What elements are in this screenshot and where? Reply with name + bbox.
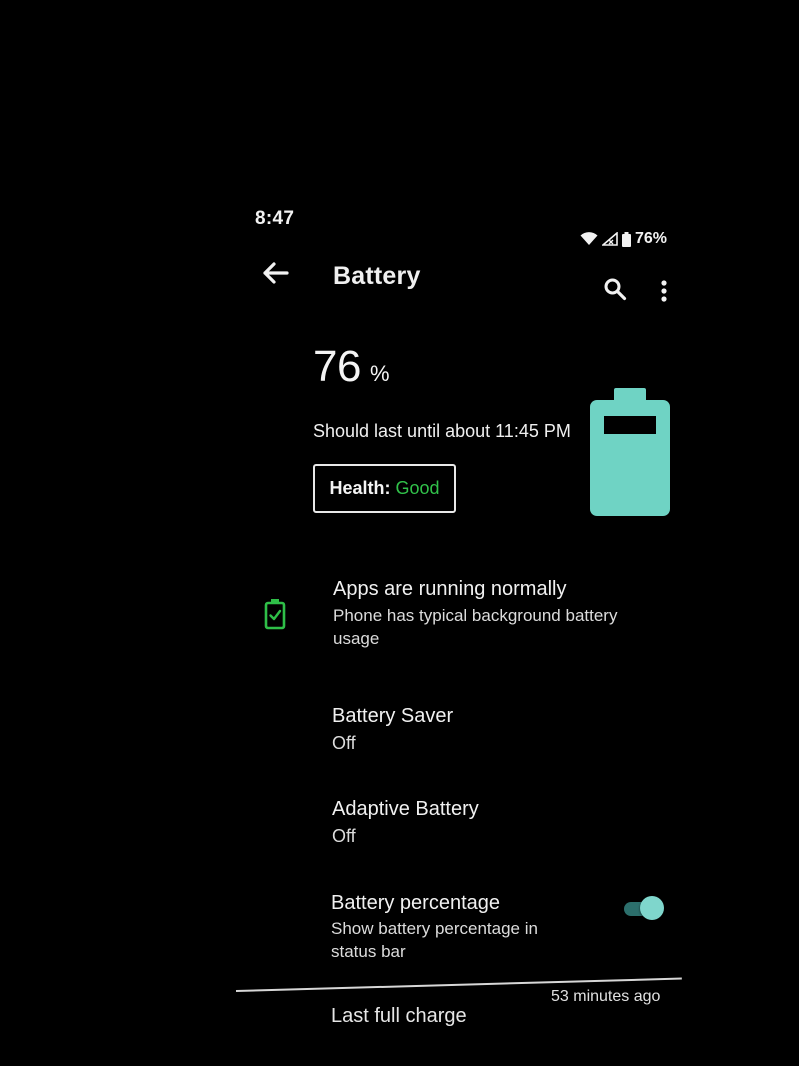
battery-percentage-title: Battery percentage [331,892,500,914]
battery-percentage-item[interactable]: Battery percentage Show battery percenta… [331,892,591,963]
back-button[interactable] [256,258,294,292]
battery-percentage-summary: Show battery percentage in status bar [331,919,538,961]
arrow-back-icon [261,261,289,290]
tip-title: Apps are running normally [333,578,567,600]
search-button[interactable] [598,274,632,308]
adaptive-battery-summary: Off [332,826,356,846]
battery-status-icon [622,231,631,247]
toggle-thumb [640,896,664,920]
wifi-icon [580,232,598,246]
tip-subtitle: Phone has typical background battery usa… [333,606,618,648]
battery-percent-value: 76 [313,342,361,391]
last-full-charge-label: Last full charge [331,1005,467,1027]
battery-estimate: Should last until about 11:45 PM [313,421,571,441]
battery-ok-icon [263,598,287,630]
battery-tip-item[interactable]: Apps are running normally Phone has typi… [333,578,653,650]
status-battery-text: 76% [635,230,668,247]
battery-saver-item[interactable]: Battery Saver Off [332,705,632,755]
battery-settings-screen: 8:47 76% Battery 76 % Should last until … [0,0,799,1066]
status-icons: 76% [580,230,667,248]
health-value: Good [395,478,440,498]
signal-icon [602,232,618,246]
battery-health-button[interactable]: Health: Good [313,464,456,513]
adaptive-battery-title: Adaptive Battery [332,798,479,820]
battery-saver-summary: Off [332,733,356,753]
battery-percentage-toggle[interactable] [622,896,664,922]
last-full-charge-value: 53 minutes ago [551,988,661,1005]
page-title: Battery [333,262,421,290]
status-time: 8:47 [255,208,295,229]
more-vert-icon [660,279,668,308]
battery-percent-display: 76 % [313,342,390,392]
search-icon [603,277,627,306]
more-options-button[interactable] [650,276,678,310]
health-label: Health: [329,478,391,498]
adaptive-battery-item[interactable]: Adaptive Battery Off [332,798,632,848]
battery-level-graphic [588,388,672,518]
battery-percent-unit: % [369,361,390,386]
battery-saver-title: Battery Saver [332,705,454,727]
